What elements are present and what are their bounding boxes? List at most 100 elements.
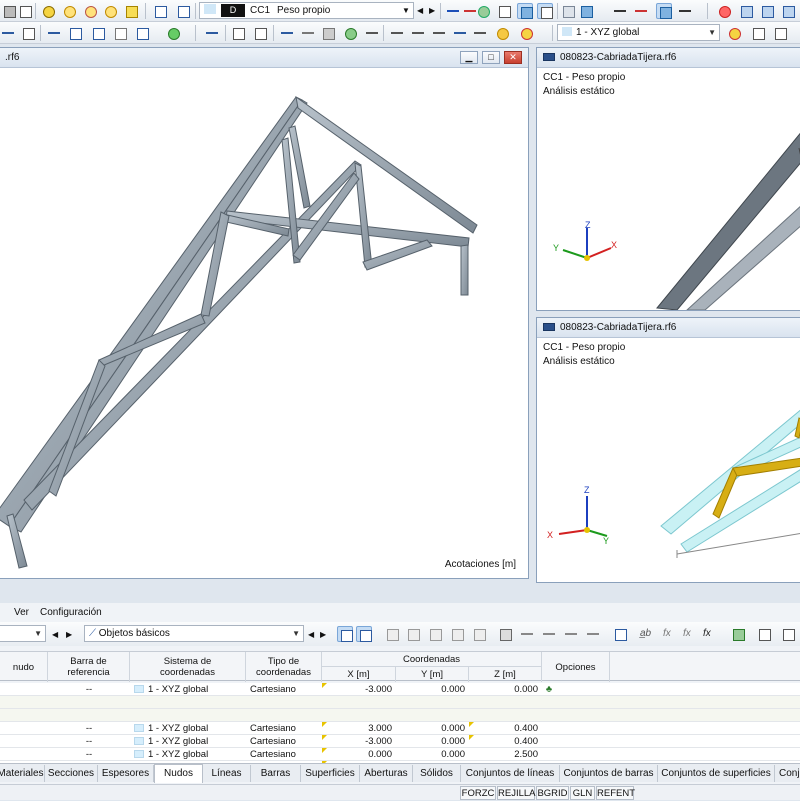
table-icon[interactable] bbox=[612, 626, 628, 642]
window-select-icon[interactable] bbox=[123, 3, 139, 19]
snap-icon[interactable] bbox=[431, 25, 447, 41]
cell-sistema[interactable] bbox=[130, 696, 246, 709]
clear-row-icon[interactable] bbox=[471, 626, 487, 642]
results-table-icon[interactable] bbox=[152, 3, 168, 19]
cell-sistema[interactable]: 1 - XYZ global bbox=[130, 748, 246, 761]
cell-tipo[interactable]: Cartesiano bbox=[246, 735, 322, 748]
table-row[interactable]: -- 1 - XYZ global Cartesiano 3.000 0.000 0.40… bbox=[0, 722, 800, 735]
cell-x[interactable]: 0.000 bbox=[322, 748, 396, 761]
cell-tipo[interactable]: Cartesiano bbox=[246, 748, 322, 761]
object-filter-select[interactable]: ⟋ Objetos básicos ▼ bbox=[84, 625, 304, 642]
cell-tipo[interactable] bbox=[246, 696, 322, 709]
previous-icon[interactable]: ◀ bbox=[52, 628, 58, 641]
sort-icon[interactable]: a̲b bbox=[640, 627, 651, 640]
table-view-icon[interactable] bbox=[772, 25, 788, 41]
node-icon[interactable] bbox=[342, 25, 358, 41]
table-row[interactable]: -- 1 - XYZ global Cartesiano 0.000 0.000 2.50… bbox=[0, 748, 800, 761]
view-icon[interactable] bbox=[517, 3, 533, 19]
tab-solidos[interactable]: Sólidos bbox=[413, 765, 461, 782]
section-line-icon[interactable] bbox=[472, 25, 488, 41]
table-row[interactable]: -- 1 - XYZ global Cartesiano -3.000 0.000 0.0… bbox=[0, 683, 800, 696]
surface-icon[interactable] bbox=[656, 3, 672, 19]
calculator-icon[interactable] bbox=[17, 3, 33, 19]
cell-z[interactable] bbox=[469, 709, 542, 722]
results-chart-icon[interactable] bbox=[175, 3, 191, 19]
iso-view-icon[interactable] bbox=[738, 3, 754, 19]
next-object-icon[interactable]: ▶ bbox=[320, 628, 326, 641]
visibility-icon[interactable] bbox=[518, 25, 534, 41]
select-icon[interactable] bbox=[337, 626, 353, 642]
cell-z[interactable]: 0.000 bbox=[469, 683, 542, 696]
tab-superficies[interactable]: Superficies bbox=[301, 765, 360, 782]
tab-conjuntos-superficies[interactable]: Conjuntos de superficies bbox=[658, 765, 775, 782]
plane-icon[interactable] bbox=[300, 25, 316, 41]
polygon-select-icon[interactable] bbox=[40, 3, 56, 19]
cell-y[interactable]: 0.000 bbox=[396, 748, 469, 761]
column-insert-icon[interactable] bbox=[519, 626, 535, 642]
detail-window-bottom[interactable]: 080823-CabriadaTijera.rf6 CC1 - Peso pro… bbox=[536, 317, 800, 583]
tab-conjuntos-lineas[interactable]: Conjuntos de líneas bbox=[461, 765, 560, 782]
tab-secciones[interactable]: Secciones bbox=[45, 765, 98, 782]
lasso-icon[interactable] bbox=[102, 3, 118, 19]
cell-barra[interactable]: -- bbox=[48, 722, 130, 735]
tab-espesores[interactable]: Espesores bbox=[98, 765, 154, 782]
coordinate-system-select[interactable]: 1 - XYZ global ▼ bbox=[557, 24, 720, 41]
pen-icon[interactable] bbox=[0, 25, 16, 41]
cell-sistema[interactable]: 1 - XYZ global bbox=[130, 722, 246, 735]
units-icon[interactable] bbox=[780, 626, 796, 642]
scale-icon[interactable] bbox=[112, 25, 128, 41]
workplane-icon[interactable] bbox=[750, 25, 766, 41]
remove-icon[interactable] bbox=[497, 626, 513, 642]
menu-configuracion[interactable]: Configuración bbox=[40, 607, 102, 618]
previous-load-case-icon[interactable]: ◀ bbox=[417, 4, 423, 17]
target-icon[interactable] bbox=[82, 3, 98, 19]
tab-lineas[interactable]: Líneas bbox=[203, 765, 251, 782]
table-row[interactable] bbox=[0, 696, 800, 709]
cell-x[interactable]: -3.000 bbox=[322, 683, 396, 696]
formula-icon[interactable]: fx bbox=[703, 627, 711, 640]
column-delete-icon[interactable] bbox=[541, 626, 557, 642]
member-line-icon[interactable] bbox=[612, 3, 628, 19]
table-row[interactable] bbox=[0, 709, 800, 722]
cell-x[interactable]: -3.000 bbox=[322, 735, 396, 748]
truss-3d-view[interactable] bbox=[0, 48, 529, 579]
cell-z[interactable] bbox=[469, 696, 542, 709]
rotate-icon[interactable] bbox=[67, 25, 83, 41]
menu-ver[interactable]: Ver bbox=[14, 607, 29, 618]
dimension-icon[interactable] bbox=[364, 25, 380, 41]
cell-sistema[interactable] bbox=[130, 709, 246, 722]
status-forzc-button[interactable]: FORZC bbox=[460, 786, 496, 800]
values-display-icon[interactable] bbox=[537, 3, 553, 19]
frame-icon[interactable] bbox=[230, 25, 246, 41]
insert-icon[interactable] bbox=[165, 25, 181, 41]
front-view-icon[interactable] bbox=[759, 3, 775, 19]
detail-window-top[interactable]: 080823-CabriadaTijera.rf6 CC1 - Peso pro… bbox=[536, 47, 800, 311]
print-icon[interactable] bbox=[756, 626, 772, 642]
results-on-icon[interactable] bbox=[445, 3, 461, 19]
cell-x[interactable] bbox=[322, 709, 396, 722]
column-right-icon[interactable] bbox=[585, 626, 601, 642]
support-reactions-icon[interactable] bbox=[475, 3, 491, 19]
select-in-model-icon[interactable] bbox=[356, 626, 372, 642]
top-view-icon[interactable] bbox=[780, 3, 796, 19]
cell-tipo[interactable] bbox=[246, 709, 322, 722]
tab-aberturas[interactable]: Aberturas bbox=[360, 765, 413, 782]
display-mode-icon[interactable] bbox=[578, 3, 594, 19]
cell-sistema[interactable]: 1 - XYZ global bbox=[130, 683, 246, 696]
line-grid-icon[interactable] bbox=[410, 25, 426, 41]
model-render-icon[interactable] bbox=[560, 3, 576, 19]
member-loads-icon[interactable] bbox=[633, 3, 649, 19]
cell-y[interactable]: 0.000 bbox=[396, 722, 469, 735]
zoom-icon[interactable] bbox=[61, 3, 77, 19]
filter-icon[interactable] bbox=[204, 25, 220, 41]
grid-lines-icon[interactable] bbox=[677, 3, 693, 19]
cell-tipo[interactable]: Cartesiano bbox=[246, 683, 322, 696]
cell-y[interactable] bbox=[396, 709, 469, 722]
cell-y[interactable]: 0.000 bbox=[396, 735, 469, 748]
tab-conjuntos-solidos[interactable]: Conj bbox=[775, 765, 800, 782]
support-icon[interactable]: ♣ bbox=[542, 683, 556, 696]
values-on-icon[interactable] bbox=[496, 3, 512, 19]
next-icon[interactable]: ▶ bbox=[66, 628, 72, 641]
cell-y[interactable] bbox=[396, 696, 469, 709]
cell-z[interactable]: 0.400 bbox=[469, 735, 542, 748]
